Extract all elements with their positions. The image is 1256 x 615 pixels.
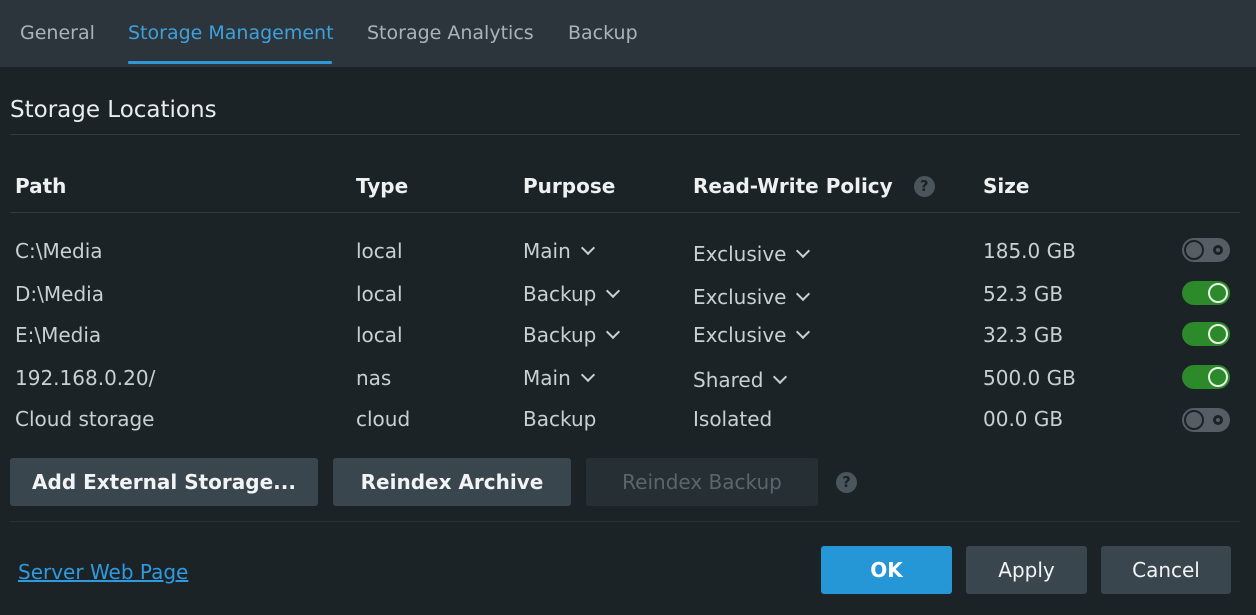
- policy-value: Shared: [693, 368, 764, 392]
- policy-dropdown[interactable]: Exclusive: [693, 285, 811, 309]
- chevron-down-icon: [580, 367, 595, 383]
- tab-backup[interactable]: Backup: [568, 22, 638, 44]
- purpose-dropdown[interactable]: Main: [523, 239, 595, 263]
- chevron-down-icon: [796, 324, 811, 340]
- toggle-knob: [1208, 324, 1228, 344]
- size-cell: 500.0 GB: [983, 366, 1076, 390]
- type-cell: nas: [356, 366, 392, 390]
- column-header-size: Size: [983, 174, 1030, 198]
- tab-storage-analytics[interactable]: Storage Analytics: [367, 22, 534, 44]
- policy-dropdown[interactable]: Shared: [693, 368, 788, 392]
- enable-toggle[interactable]: [1182, 365, 1230, 389]
- cancel-button[interactable]: Cancel: [1101, 546, 1231, 594]
- enable-toggle[interactable]: [1182, 238, 1230, 262]
- size-cell: 185.0 GB: [983, 239, 1076, 263]
- column-header-read-write-policy: Read-Write Policy ?: [693, 174, 935, 198]
- toggle-knob: [1184, 410, 1204, 430]
- purpose-dropdown[interactable]: Main: [523, 366, 595, 390]
- help-icon[interactable]: ?: [913, 176, 935, 197]
- path-cell: D:\Media: [15, 282, 104, 306]
- purpose-value: Backup: [523, 282, 597, 306]
- divider: [10, 134, 1240, 135]
- purpose-value: Main: [523, 239, 571, 263]
- policy-value: Exclusive: [693, 285, 787, 309]
- column-header-label: Read-Write Policy: [693, 174, 893, 198]
- enable-toggle[interactable]: [1182, 408, 1230, 432]
- divider: [10, 521, 1240, 522]
- purpose-value: Backup: [523, 407, 597, 431]
- purpose-value: Backup: [523, 323, 597, 347]
- reindex-backup-button: Reindex Backup: [586, 458, 818, 506]
- ok-button[interactable]: OK: [821, 546, 952, 594]
- chevron-down-icon: [796, 286, 811, 302]
- active-tab-indicator: [128, 61, 332, 64]
- tab-general[interactable]: General: [20, 22, 95, 44]
- toggle-knob: [1208, 283, 1228, 303]
- column-header-purpose: Purpose: [523, 174, 616, 198]
- size-cell: 00.0 GB: [983, 407, 1064, 431]
- toggle-off-indicator-icon: [1213, 415, 1223, 425]
- path-cell: Cloud storage: [15, 407, 155, 431]
- type-cell: local: [356, 282, 403, 306]
- path-cell: 192.168.0.20/: [15, 366, 156, 390]
- purpose-value: Main: [523, 366, 571, 390]
- section-title: Storage Locations: [10, 97, 217, 123]
- column-header-type: Type: [356, 174, 409, 198]
- tab-bar: General Storage Management Storage Analy…: [0, 0, 1256, 67]
- toggle-off-indicator-icon: [1213, 245, 1223, 255]
- type-cell: cloud: [356, 407, 411, 431]
- policy-dropdown[interactable]: Exclusive: [693, 242, 811, 266]
- path-cell: C:\Media: [15, 239, 103, 263]
- type-cell: local: [356, 239, 403, 263]
- server-web-page-link[interactable]: Server Web Page: [18, 560, 188, 584]
- policy-dropdown[interactable]: Exclusive: [693, 323, 811, 347]
- divider: [10, 212, 1240, 213]
- chevron-down-icon: [606, 283, 621, 299]
- column-header-path: Path: [15, 174, 67, 198]
- policy-value: Isolated: [693, 407, 773, 431]
- chevron-down-icon: [580, 240, 595, 256]
- apply-button[interactable]: Apply: [966, 546, 1087, 594]
- enable-toggle[interactable]: [1182, 281, 1230, 305]
- size-cell: 32.3 GB: [983, 323, 1064, 347]
- add-external-storage-button[interactable]: Add External Storage...: [10, 458, 318, 506]
- purpose-dropdown[interactable]: Backup: [523, 282, 621, 306]
- size-cell: 52.3 GB: [983, 282, 1064, 306]
- chevron-down-icon: [773, 369, 788, 385]
- policy-value: Exclusive: [693, 323, 787, 347]
- policy-value: Exclusive: [693, 242, 787, 266]
- tab-storage-management[interactable]: Storage Management: [128, 22, 334, 44]
- toggle-knob: [1208, 367, 1228, 387]
- chevron-down-icon: [796, 243, 811, 259]
- reindex-archive-button[interactable]: Reindex Archive: [333, 458, 571, 506]
- path-cell: E:\Media: [15, 323, 102, 347]
- help-icon[interactable]: ?: [836, 472, 857, 493]
- purpose-dropdown[interactable]: Backup: [523, 323, 621, 347]
- toggle-knob: [1184, 240, 1204, 260]
- chevron-down-icon: [606, 324, 621, 340]
- enable-toggle[interactable]: [1182, 322, 1230, 346]
- type-cell: local: [356, 323, 403, 347]
